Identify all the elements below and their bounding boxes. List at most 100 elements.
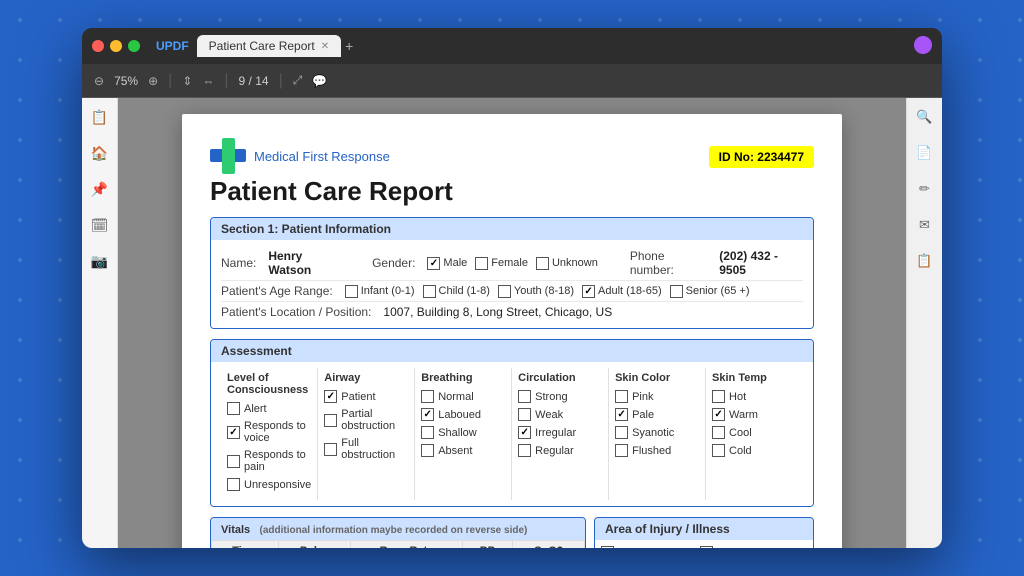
new-tab-button[interactable]: + [345,38,353,54]
vitals-header: Vitals (additional information maybe rec… [211,518,585,540]
area-head-label: Head [617,547,643,549]
vitals-title: Vitals [221,524,250,536]
age-infant-label: Infant (0-1) [361,285,415,297]
sidebar-icon-photo[interactable]: 📷 [89,250,111,272]
circ-strong: Strong [518,390,602,403]
temp-cold: Cold [712,444,797,457]
header-left: Medical First Response Patient Care Repo… [210,138,453,207]
tab-title: Patient Care Report [209,39,315,53]
airway-partial-label: Partial obstruction [341,408,408,432]
maximize-button[interactable] [128,40,140,52]
breathing-absent-cb[interactable] [421,444,434,457]
skin-syanotic-cb[interactable] [615,426,628,439]
loc-unresponsive-cb[interactable] [227,478,240,491]
loc-column: Level of Consciousness Alert Responds to… [221,368,318,500]
airway-column: Airway Patient Partial obstruction [318,368,415,500]
circ-weak-cb[interactable] [518,408,531,421]
loc-alert-cb[interactable] [227,402,240,415]
age-adult-checkbox[interactable] [582,285,595,298]
circ-irregular: Irregular [518,426,602,439]
left-sidebar: 📋 🏠 📌 🗓 📷 [82,98,118,548]
temp-cool-cb[interactable] [712,426,725,439]
right-document-icon[interactable]: 📄 [914,142,936,164]
loc-pain-cb[interactable] [227,455,240,468]
gender-unknown-item: Unknown [536,257,598,270]
airway-patient: Patient [324,390,408,403]
age-youth: Youth (8-18) [498,285,574,298]
temp-cold-cb[interactable] [712,444,725,457]
circ-regular-label: Regular [535,445,574,457]
minimize-button[interactable] [110,40,122,52]
age-row: Patient's Age Range: Infant (0-1) Child … [221,281,803,302]
comment-button[interactable]: 💬 [312,74,327,88]
airway-full-cb[interactable] [324,443,337,456]
zoom-in-button[interactable]: ⊕ [148,74,158,88]
right-search-icon[interactable]: 🔍 [914,106,936,128]
breathing-laboured-cb[interactable] [421,408,434,421]
circ-irregular-cb[interactable] [518,426,531,439]
gender-label: Gender: [372,256,415,270]
browser-window: UPDF Patient Care Report ✕ + ⊖ 75% ⊕ | ⇕… [82,28,942,548]
name-label: Name: [221,256,256,270]
area-head-cb[interactable] [601,546,614,548]
close-button[interactable] [92,40,104,52]
loc-alert: Alert [227,402,311,415]
tab-close-icon[interactable]: ✕ [321,41,329,52]
temp-hot-cb[interactable] [712,390,725,403]
gender-unknown-checkbox[interactable] [536,257,549,270]
skin-pale-label: Pale [632,409,654,421]
separator: | [168,72,172,90]
right-sidebar: 🔍 📄 ✏ ✉ 📋 [906,98,942,548]
age-adult: Adult (18-65) [582,285,662,298]
col-resp: Resp Rate [351,541,462,549]
right-edit-icon[interactable]: ✏ [914,178,936,200]
temp-warm-label: Warm [729,409,758,421]
phone-label: Phone number: [630,249,707,277]
sidebar-icon-pin[interactable]: 📌 [89,178,111,200]
location-label: Patient's Location / Position: [221,305,371,319]
temp-warm-cb[interactable] [712,408,725,421]
skin-pink-cb[interactable] [615,390,628,403]
breathing-shallow-cb[interactable] [421,426,434,439]
age-senior: Senior (65 +) [670,285,750,298]
col-time: Time [212,541,279,549]
circ-strong-cb[interactable] [518,390,531,403]
age-child-checkbox[interactable] [423,285,436,298]
area-section: Area of Injury / Illness Head Face [594,517,814,548]
age-adult-label: Adult (18-65) [598,285,662,297]
airway-patient-cb[interactable] [324,390,337,403]
temp-hot-label: Hot [729,391,746,403]
sidebar-icon-document[interactable]: 📋 [89,106,111,128]
skin-flushed-cb[interactable] [615,444,628,457]
age-infant-checkbox[interactable] [345,285,358,298]
area-face-cb[interactable] [700,546,713,548]
active-tab[interactable]: Patient Care Report ✕ [197,35,341,57]
gender-female-checkbox[interactable] [475,257,488,270]
fit-width-button[interactable]: ⇔ [202,74,214,88]
skin-color-column: Skin Color Pink Pale [609,368,706,500]
breathing-normal-cb[interactable] [421,390,434,403]
right-clipboard-icon[interactable]: 📋 [914,250,936,272]
age-child-label: Child (1-8) [439,285,490,297]
zoom-out-button[interactable]: ⊖ [94,74,104,88]
age-youth-checkbox[interactable] [498,285,511,298]
report-title: Patient Care Report [210,176,453,207]
circ-regular-cb[interactable] [518,444,531,457]
page-current: 9 / 14 [239,74,269,88]
sidebar-icon-home[interactable]: 🏠 [89,142,111,164]
sidebar-icon-calendar[interactable]: 🗓 [89,214,111,236]
bottom-split: Vitals (additional information maybe rec… [210,507,814,548]
right-mail-icon[interactable]: ✉ [914,214,936,236]
fit-page-button[interactable]: ⇕ [182,74,192,88]
airway-partial-cb[interactable] [324,414,337,427]
loc-voice-cb[interactable] [227,426,240,439]
skin-pale-cb[interactable] [615,408,628,421]
expand-button[interactable]: ⤢ [293,73,303,88]
doc-header: Medical First Response Patient Care Repo… [210,138,814,207]
gender-male-checkbox[interactable] [427,257,440,270]
vitals-table: Time Pulse Resp Rate BP SpO2 [211,540,585,548]
area-body: Head Face Eyes [595,540,813,548]
separator2: | [224,72,228,90]
gender-group: Male Female Unknown [427,257,597,270]
age-senior-checkbox[interactable] [670,285,683,298]
